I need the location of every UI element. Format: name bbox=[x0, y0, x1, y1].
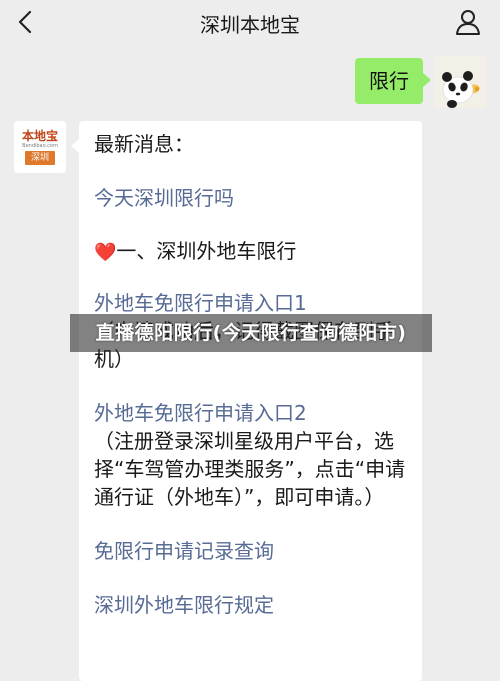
profile-button[interactable] bbox=[452, 6, 484, 38]
logo-url-text: Bendibao.com bbox=[22, 143, 58, 149]
incoming-message-content: 最新消息： 今天深圳限行吗 ❤️一、深圳外地车限行 外地车免限行申请入口1 （申… bbox=[94, 130, 409, 619]
chat-title: 深圳本地宝 bbox=[200, 13, 300, 37]
entry-2-note: （注册登录深圳星级用户平台，选择“车驾管办理类服务”，点击“申请通行证（外地车）… bbox=[94, 429, 406, 509]
chevron-left-icon bbox=[18, 10, 32, 34]
navigation-bar: 深圳本地宝 bbox=[0, 0, 500, 44]
heart-emoji-icon: ❤️ bbox=[94, 242, 117, 263]
user-avatar[interactable] bbox=[434, 56, 486, 108]
link-entry-2[interactable]: 外地车免限行申请入口2 bbox=[94, 399, 409, 427]
incoming-message-bubble: 最新消息： 今天深圳限行吗 ❤️一、深圳外地车限行 外地车免限行申请入口1 （申… bbox=[71, 121, 422, 681]
message-heading: 最新消息： bbox=[94, 132, 194, 156]
logo-city-badge: 深圳 bbox=[25, 151, 55, 165]
panda-avatar-icon bbox=[434, 56, 486, 108]
outgoing-message-bubble[interactable]: 限行 bbox=[355, 58, 431, 104]
official-account-avatar[interactable]: 本地宝 Bendibao.com 深圳 bbox=[14, 121, 66, 173]
section-title: 一、深圳外地车限行 bbox=[116, 239, 297, 263]
title-caption-overlay: 直播德阳限行(今天限行查询德阳市) bbox=[70, 314, 432, 352]
link-today-restriction[interactable]: 今天深圳限行吗 bbox=[94, 184, 409, 212]
back-button[interactable] bbox=[10, 6, 42, 38]
link-entry-1[interactable]: 外地车免限行申请入口1 bbox=[94, 289, 409, 317]
link-rules[interactable]: 深圳外地车限行规定 bbox=[94, 591, 409, 619]
section-title-line: ❤️一、深圳外地车限行 bbox=[94, 237, 409, 267]
outgoing-message-text: 限行 bbox=[369, 69, 409, 93]
logo-brand-text: 本地宝 bbox=[21, 129, 58, 143]
link-record-query[interactable]: 免限行申请记录查询 bbox=[94, 537, 409, 565]
person-icon bbox=[456, 10, 480, 35]
